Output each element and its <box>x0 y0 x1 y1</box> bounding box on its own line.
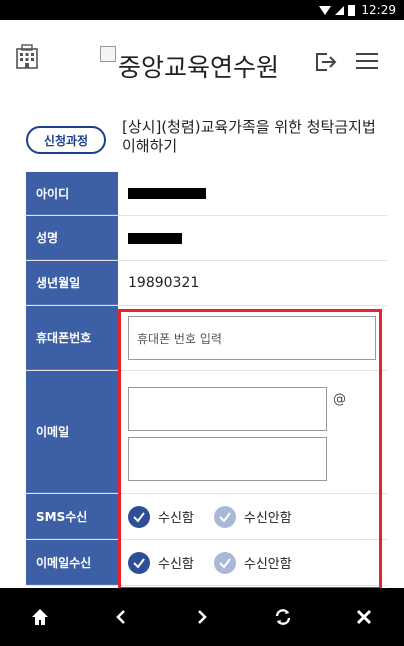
course-title: [상시](청렴)교육가족을 위한 청탁금지법 이해하기 <box>122 118 376 155</box>
menu-icon[interactable] <box>355 51 379 71</box>
header: 중앙교육연수원 <box>0 20 404 100</box>
sms-yes-label: 수신함 <box>158 511 194 526</box>
row-email: 이메일 @ <box>26 371 387 494</box>
id-value <box>118 172 387 215</box>
check-icon <box>213 551 236 574</box>
email-value: @ <box>118 371 387 493</box>
forward-icon[interactable] <box>182 597 222 637</box>
wifi-icon <box>319 5 332 15</box>
id-label: 아이디 <box>26 172 118 215</box>
row-sms: SMS수신 수신함 수신안함 <box>26 494 387 540</box>
broken-image-icon <box>100 46 116 62</box>
sms-options: 수신함 수신안함 <box>118 494 387 539</box>
email-option-yes[interactable]: 수신함 <box>128 551 194 574</box>
sms-no-label: 수신안함 <box>243 511 292 526</box>
close-icon[interactable] <box>344 597 384 637</box>
check-icon <box>128 505 150 528</box>
sms-option-yes[interactable]: 수신함 <box>128 505 194 528</box>
id-redaction <box>128 188 206 199</box>
signal-icon <box>335 5 345 15</box>
battery-icon <box>348 4 356 16</box>
application-form: 아이디 성명 생년월일 19890321 휴대폰번호 휴대폰 번호 입력 이메일… <box>26 172 387 586</box>
row-email-receive: 이메일수신 수신함 수신안함 <box>26 540 387 586</box>
back-icon[interactable] <box>101 597 141 637</box>
row-id: 아이디 <box>26 172 387 216</box>
row-phone: 휴대폰번호 휴대폰 번호 입력 <box>26 306 387 371</box>
phone-input[interactable]: 휴대폰 번호 입력 <box>128 316 376 360</box>
status-icons <box>319 4 356 16</box>
email-receive-label: 이메일수신 <box>26 540 118 585</box>
email-id-input[interactable] <box>128 387 327 431</box>
row-name: 성명 <box>26 216 387 261</box>
row-birth: 생년월일 19890321 <box>26 261 387 306</box>
name-label: 성명 <box>26 216 118 260</box>
email-no-label: 수신안함 <box>243 557 292 572</box>
name-value <box>118 216 387 260</box>
name-redaction <box>128 232 182 244</box>
login-icon[interactable] <box>313 50 337 74</box>
email-label: 이메일 <box>26 371 118 493</box>
sms-option-no[interactable]: 수신안함 <box>213 505 292 528</box>
bottom-nav <box>0 588 404 646</box>
email-wrap: @ <box>128 383 346 481</box>
status-bar: 12:29 <box>0 0 404 20</box>
home-icon[interactable] <box>20 597 60 637</box>
course-area: 신청과정 [상시](청렴)교육가족을 위한 청탁금지법 이해하기 <box>0 112 404 170</box>
email-receive-options: 수신함 수신안함 <box>118 540 387 585</box>
email-at-sign: @ <box>333 392 346 407</box>
birth-value: 19890321 <box>128 275 200 291</box>
course-badge: 신청과정 <box>26 126 106 154</box>
email-line: @ <box>128 387 346 431</box>
email-domain-input[interactable] <box>128 437 327 481</box>
refresh-icon[interactable] <box>263 597 303 637</box>
building-icon[interactable] <box>14 44 40 70</box>
status-time: 12:29 <box>361 3 396 17</box>
email-option-no[interactable]: 수신안함 <box>213 551 292 574</box>
email-yes-label: 수신함 <box>158 557 194 572</box>
birth-label: 생년월일 <box>26 261 118 305</box>
site-title[interactable]: 중앙교육연수원 <box>118 48 279 84</box>
phone-value: 휴대폰 번호 입력 <box>118 306 387 370</box>
phone-label: 휴대폰번호 <box>26 306 118 370</box>
sms-label: SMS수신 <box>26 494 118 539</box>
check-icon <box>213 505 236 528</box>
check-icon <box>128 551 150 574</box>
